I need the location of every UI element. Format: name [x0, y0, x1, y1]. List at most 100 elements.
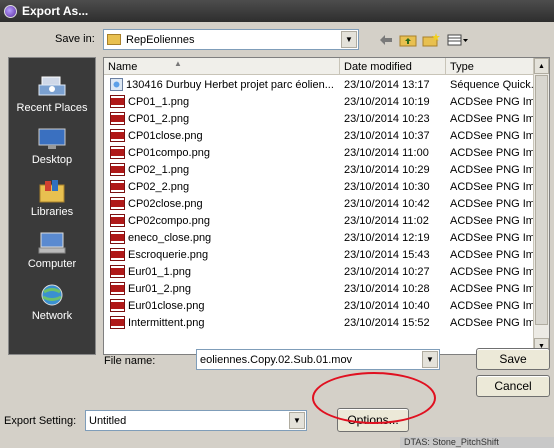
options-button[interactable]: Options...	[337, 408, 409, 432]
file-name-cell: Eur01_2.png	[104, 282, 340, 295]
place-network[interactable]: Network	[9, 272, 95, 322]
file-row[interactable]: CP02_2.png 23/10/2014 10:30 ACDSee PNG Im.…	[104, 178, 534, 195]
file-name-cell: CP02close.png	[104, 197, 340, 210]
column-header-name[interactable]: Name ▲	[104, 58, 340, 75]
export-setting-combo[interactable]: Untitled ▼	[85, 410, 307, 431]
scroll-up-icon[interactable]: ▲	[534, 58, 549, 74]
file-name-value: eoliennes.Copy.02.Sub.01.mov	[200, 353, 353, 366]
file-row[interactable]: 130416 Durbuy Herbet projet parc éolien.…	[104, 76, 534, 93]
file-name-cell: 130416 Durbuy Herbet projet parc éolien.…	[104, 78, 340, 91]
file-date-cell: 23/10/2014 10:28	[344, 282, 430, 295]
scroll-thumb[interactable]	[535, 75, 548, 325]
file-type-cell: ACDSee PNG Im...	[450, 265, 534, 278]
file-name-cell: CP01compo.png	[104, 146, 340, 159]
export-setting-value: Untitled	[89, 414, 127, 427]
cancel-button[interactable]: Cancel	[476, 375, 550, 397]
file-name-text: CP02compo.png	[128, 214, 210, 227]
column-header-date[interactable]: Date modified	[340, 58, 446, 75]
file-name-text: Eur01_1.png	[128, 265, 191, 278]
sort-up-icon: ▲	[174, 59, 182, 68]
back-arrow-icon[interactable]	[375, 30, 397, 50]
vertical-scrollbar[interactable]: ▲ ▼	[533, 58, 549, 354]
chevron-down-icon[interactable]: ▼	[341, 31, 357, 48]
file-type-cell: ACDSee PNG Im...	[450, 146, 534, 159]
png-file-icon	[110, 197, 125, 210]
app-icon	[4, 4, 17, 18]
place-desktop[interactable]: Desktop	[9, 116, 95, 166]
file-row[interactable]: CP02compo.png 23/10/2014 11:02 ACDSee PNG …	[104, 212, 534, 229]
place-recent-places[interactable]: Recent Places	[9, 64, 95, 114]
file-row[interactable]: Escroquerie.png 23/10/2014 15:43 ACDSee PN…	[104, 246, 534, 263]
file-date-cell: 23/10/2014 13:17	[344, 78, 430, 91]
file-date-cell: 23/10/2014 12:19	[344, 231, 430, 244]
png-file-icon	[110, 214, 125, 227]
file-name-cell: CP02_1.png	[104, 163, 340, 176]
file-row[interactable]: Eur01close.png 23/10/2014 10:40 ACDSee PNG…	[104, 297, 534, 314]
file-row[interactable]: CP01close.png 23/10/2014 10:37 ACDSee PNG …	[104, 127, 534, 144]
chevron-down-icon[interactable]: ▼	[422, 351, 438, 368]
file-type-cell: ACDSee PNG Im...	[450, 316, 534, 329]
file-row[interactable]: eneco_close.png 23/10/2014 12:19 ACDSee PN…	[104, 229, 534, 246]
file-row[interactable]: Eur01_1.png 23/10/2014 10:27 ACDSee PNG Im…	[104, 263, 534, 280]
file-date-cell: 23/10/2014 10:30	[344, 180, 430, 193]
file-name-cell: CP02compo.png	[104, 214, 340, 227]
file-row[interactable]: Intermittent.png 23/10/2014 15:52 ACDSee P…	[104, 314, 534, 331]
file-name-cell: eneco_close.png	[104, 231, 340, 244]
file-date-cell: 23/10/2014 10:37	[344, 129, 430, 142]
file-date-cell: 23/10/2014 11:02	[344, 214, 429, 227]
place-libraries[interactable]: Libraries	[9, 168, 95, 218]
file-type-cell: ACDSee PNG Im...	[450, 248, 534, 261]
file-name-text: CP01compo.png	[128, 146, 210, 159]
export-setting-label: Export Setting:	[4, 415, 77, 427]
file-date-cell: 23/10/2014 11:00	[344, 146, 429, 159]
file-name-text: CP02_2.png	[128, 180, 190, 193]
column-header-type[interactable]: Type	[446, 58, 534, 75]
png-file-icon	[110, 146, 125, 159]
file-type-cell: ACDSee PNG Im...	[450, 129, 534, 142]
file-row[interactable]: CP01_2.png 23/10/2014 10:23 ACDSee PNG Im.…	[104, 110, 534, 127]
file-name-cell: CP01_1.png	[104, 95, 340, 108]
png-file-icon	[110, 231, 125, 244]
file-name-cell: CP01_2.png	[104, 112, 340, 125]
save-in-combo[interactable]: RepEoliennes ▼	[103, 29, 359, 50]
file-row[interactable]: CP02close.png 23/10/2014 10:42 ACDSee PNG …	[104, 195, 534, 212]
file-date-cell: 23/10/2014 10:42	[344, 197, 430, 210]
computer-icon	[37, 231, 67, 255]
file-row[interactable]: CP02_1.png 23/10/2014 10:29 ACDSee PNG Im.…	[104, 161, 534, 178]
up-folder-icon[interactable]	[397, 30, 419, 50]
save-button[interactable]: Save	[476, 348, 550, 370]
file-list-header: Name ▲ Date modified Type	[104, 58, 534, 75]
new-folder-icon[interactable]	[420, 30, 442, 50]
libraries-icon	[37, 179, 67, 203]
window-title: Export As...	[22, 4, 89, 18]
view-menu-icon[interactable]	[445, 30, 471, 50]
file-type-cell: Séquence Quick...	[450, 78, 534, 91]
file-name-label: File name:	[104, 355, 156, 367]
png-file-icon	[110, 112, 125, 125]
png-file-icon	[110, 265, 125, 278]
column-name-label: Name	[108, 60, 138, 73]
file-row[interactable]: CP01_1.png 23/10/2014 10:19 ACDSee PNG Im.…	[104, 93, 534, 110]
file-name-cell: CP01close.png	[104, 129, 340, 142]
place-label: Libraries	[30, 206, 74, 218]
file-name-text: CP02_1.png	[128, 163, 190, 176]
file-name-text: Eur01close.png	[128, 299, 205, 312]
file-type-cell: ACDSee PNG Im...	[450, 197, 534, 210]
file-type-cell: ACDSee PNG Im...	[450, 299, 534, 312]
save-in-value: RepEoliennes	[126, 33, 195, 46]
file-list: Name ▲ Date modified Type 130416 Durbuy …	[103, 57, 550, 355]
file-name-input[interactable]: eoliennes.Copy.02.Sub.01.mov ▼	[196, 349, 440, 370]
file-type-cell: ACDSee PNG Im...	[450, 112, 534, 125]
file-name-text: Eur01_2.png	[128, 282, 191, 295]
desktop-icon	[37, 127, 67, 151]
png-file-icon	[110, 248, 125, 261]
place-computer[interactable]: Computer	[9, 220, 95, 270]
file-date-cell: 23/10/2014 15:43	[344, 248, 430, 261]
file-name-cell: Eur01close.png	[104, 299, 340, 312]
file-date-cell: 23/10/2014 10:23	[344, 112, 430, 125]
file-row[interactable]: CP01compo.png 23/10/2014 11:00 ACDSee PNG …	[104, 144, 534, 161]
place-label: Network	[31, 310, 73, 322]
chevron-down-icon[interactable]: ▼	[289, 412, 305, 429]
file-row[interactable]: Eur01_2.png 23/10/2014 10:28 ACDSee PNG Im…	[104, 280, 534, 297]
file-type-cell: ACDSee PNG Im...	[450, 95, 534, 108]
